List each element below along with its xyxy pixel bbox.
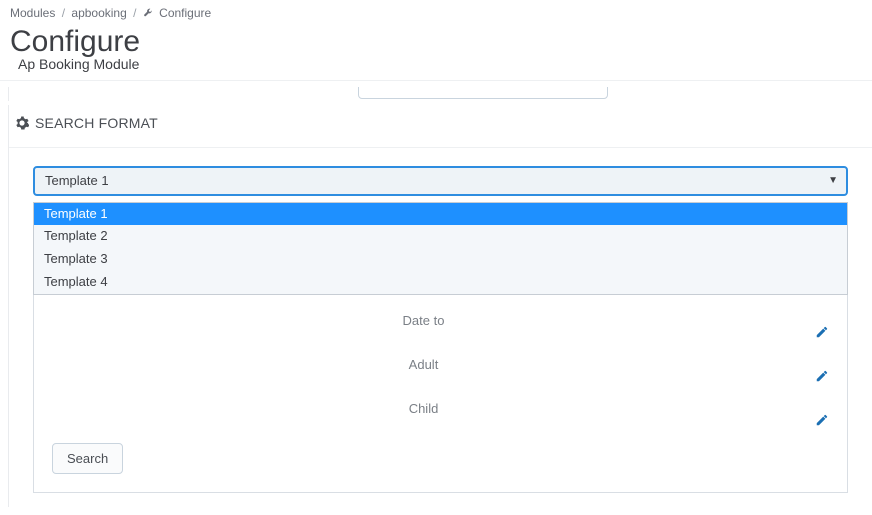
search-button-row: Search bbox=[52, 443, 829, 474]
template-option-1[interactable]: Template 1 bbox=[34, 203, 847, 226]
pencil-icon[interactable] bbox=[815, 369, 829, 383]
field-date-to-row: Date to bbox=[52, 311, 829, 339]
breadcrumb-modules[interactable]: Modules bbox=[10, 6, 55, 20]
field-child-row: Child bbox=[52, 399, 829, 427]
breadcrumb-separator: / bbox=[62, 6, 65, 20]
template-select-value: Template 1 bbox=[45, 173, 109, 188]
field-child-label: Child bbox=[52, 399, 795, 416]
divider bbox=[9, 147, 872, 148]
panel-heading: SEARCH FORMAT bbox=[9, 105, 872, 143]
template-dropdown: Template 1 Template 2 Template 3 Templat… bbox=[33, 202, 848, 295]
panel-heading-text: SEARCH FORMAT bbox=[35, 115, 158, 131]
search-button[interactable]: Search bbox=[52, 443, 123, 474]
field-adult-row: Adult bbox=[52, 355, 829, 383]
wrench-icon bbox=[143, 8, 153, 18]
field-adult-label: Adult bbox=[52, 355, 795, 372]
search-format-panel: SEARCH FORMAT Template 1 ▼ Template 1 Te… bbox=[8, 105, 872, 507]
template-option-4[interactable]: Template 4 bbox=[34, 271, 847, 294]
field-date-to-label: Date to bbox=[52, 311, 795, 328]
template-option-3[interactable]: Template 3 bbox=[34, 248, 847, 271]
page-title: Configure bbox=[10, 26, 862, 58]
page-header: Configure Ap Booking Module bbox=[0, 26, 872, 81]
previous-date-format-row: Date Format Year/Month/Date bbox=[8, 87, 872, 101]
date-format-label: Date Format bbox=[273, 87, 345, 90]
breadcrumb-current: Configure bbox=[143, 6, 211, 20]
template-option-2[interactable]: Template 2 bbox=[34, 225, 847, 248]
breadcrumb: Modules / apbooking / Configure bbox=[0, 0, 872, 26]
cogs-icon bbox=[15, 116, 29, 130]
breadcrumb-separator: / bbox=[133, 6, 136, 20]
breadcrumb-apbooking[interactable]: apbooking bbox=[71, 6, 126, 20]
form-area: Date to Adult Chil bbox=[33, 295, 848, 493]
pencil-icon[interactable] bbox=[815, 413, 829, 427]
page-subtitle: Ap Booking Module bbox=[10, 56, 862, 72]
template-select[interactable]: Template 1 ▼ bbox=[33, 166, 848, 196]
chevron-down-icon: ▼ bbox=[828, 175, 838, 186]
pencil-icon[interactable] bbox=[815, 325, 829, 339]
date-format-select[interactable]: Year/Month/Date bbox=[358, 87, 608, 99]
